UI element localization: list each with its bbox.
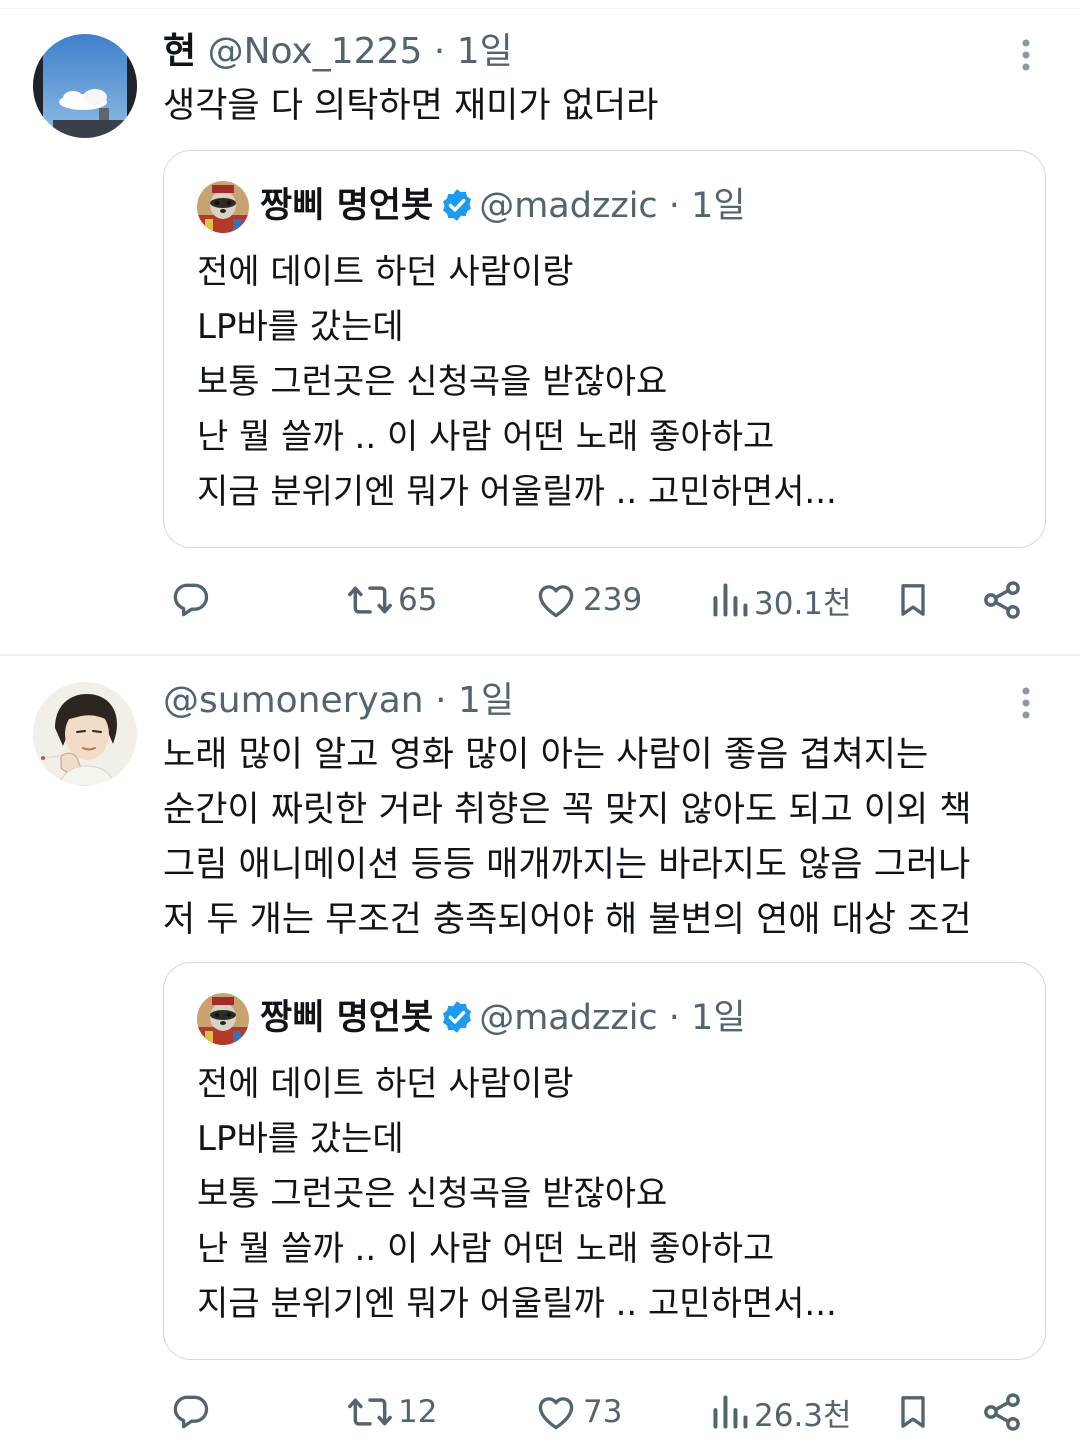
action-bar: 12 73 26.3천 xyxy=(0,1382,1080,1442)
reply-button[interactable] xyxy=(168,570,212,630)
bookmark-icon xyxy=(893,578,933,622)
retweet-icon xyxy=(346,578,394,622)
quoted-display-name[interactable]: 짱삐 명언봇 xyxy=(260,998,433,1038)
retweet-button[interactable]: 65 xyxy=(346,570,437,630)
like-button[interactable]: 239 xyxy=(533,570,642,630)
views-icon xyxy=(710,578,750,622)
meta-separator: · xyxy=(657,186,692,226)
display-name[interactable]: 현 xyxy=(163,31,196,72)
verified-badge-icon xyxy=(439,187,475,223)
meta-separator: · xyxy=(422,31,457,72)
tweet[interactable]: 현 @Nox_1225 · 1일 생각을 다 의탁하면 재미가 없더라 짱삐 명… xyxy=(0,10,1080,653)
timestamp[interactable]: 1일 xyxy=(458,680,514,721)
timestamp[interactable]: 1일 xyxy=(457,31,513,72)
avatar[interactable] xyxy=(33,34,137,138)
quoted-tweet[interactable]: 짱삐 명언봇 @madzzic · 1일 전에 데이트 하던 사람이랑 LP바를 … xyxy=(163,150,1046,548)
quoted-timestamp[interactable]: 1일 xyxy=(691,186,745,226)
share-button[interactable] xyxy=(980,570,1024,630)
reply-button[interactable] xyxy=(168,1382,212,1442)
meta-separator: · xyxy=(423,680,458,721)
meta-separator: · xyxy=(657,998,692,1038)
top-divider xyxy=(0,8,1080,9)
share-icon xyxy=(980,578,1024,622)
quoted-avatar[interactable] xyxy=(197,993,249,1045)
tweet-text: 노래 많이 알고 영화 많이 아는 사람이 좋음 겹쳐지는 순간이 짜릿한 거라… xyxy=(163,735,972,940)
views-count: 30.1천 xyxy=(754,585,852,622)
bookmark-button[interactable] xyxy=(893,570,933,630)
share-icon xyxy=(980,1390,1024,1434)
handle[interactable]: @Nox_1225 xyxy=(208,31,423,72)
views-button[interactable]: 30.1천 xyxy=(710,570,852,630)
views-count: 26.3천 xyxy=(754,1397,852,1434)
verified-badge-icon xyxy=(439,999,475,1035)
reply-icon xyxy=(168,1390,212,1434)
handle[interactable]: @sumoneryan xyxy=(163,680,424,721)
bookmark-button[interactable] xyxy=(893,1382,933,1442)
views-icon xyxy=(710,1390,750,1434)
quoted-text: 전에 데이트 하던 사람이랑 LP바를 갔는데 보통 그런곳은 신청곡을 받잖아… xyxy=(197,252,837,512)
heart-icon xyxy=(533,578,579,622)
quoted-avatar[interactable] xyxy=(197,181,249,233)
quoted-handle[interactable]: @madzzic xyxy=(479,998,657,1038)
quoted-timestamp[interactable]: 1일 xyxy=(691,998,745,1038)
tweet-text: 생각을 다 의탁하면 재미가 없더라 xyxy=(163,86,659,126)
like-button[interactable]: 73 xyxy=(533,1382,622,1442)
more-icon[interactable] xyxy=(1010,35,1042,75)
quoted-text: 전에 데이트 하던 사람이랑 LP바를 갔는데 보통 그런곳은 신청곡을 받잖아… xyxy=(197,1064,837,1324)
avatar[interactable] xyxy=(33,682,137,786)
retweet-button[interactable]: 12 xyxy=(346,1382,437,1442)
more-icon[interactable] xyxy=(1010,683,1042,723)
reply-icon xyxy=(168,578,212,622)
tweet-header: @sumoneryan · 1일 xyxy=(163,679,514,723)
quoted-header: 짱삐 명언봇 @madzzic · 1일 xyxy=(260,995,746,1041)
tweet-header: 현 @Nox_1225 · 1일 xyxy=(163,30,513,74)
retweet-count: 65 xyxy=(398,582,438,618)
quoted-header: 짱삐 명언봇 @madzzic · 1일 xyxy=(260,183,746,229)
quoted-tweet[interactable]: 짱삐 명언봇 @madzzic · 1일 전에 데이트 하던 사람이랑 LP바를 … xyxy=(163,962,1046,1360)
like-count: 239 xyxy=(583,582,643,618)
share-button[interactable] xyxy=(980,1382,1024,1442)
retweet-icon xyxy=(346,1390,394,1434)
tweet[interactable]: @sumoneryan · 1일 노래 많이 알고 영화 많이 아는 사람이 좋… xyxy=(0,656,1080,1438)
retweet-count: 12 xyxy=(398,1394,438,1430)
views-button[interactable]: 26.3천 xyxy=(710,1382,852,1442)
quoted-display-name[interactable]: 짱삐 명언봇 xyxy=(260,186,433,226)
heart-icon xyxy=(533,1390,579,1434)
like-count: 73 xyxy=(583,1394,623,1430)
quoted-handle[interactable]: @madzzic xyxy=(479,186,657,226)
action-bar: 65 239 30.1천 xyxy=(0,570,1080,630)
bookmark-icon xyxy=(893,1390,933,1434)
